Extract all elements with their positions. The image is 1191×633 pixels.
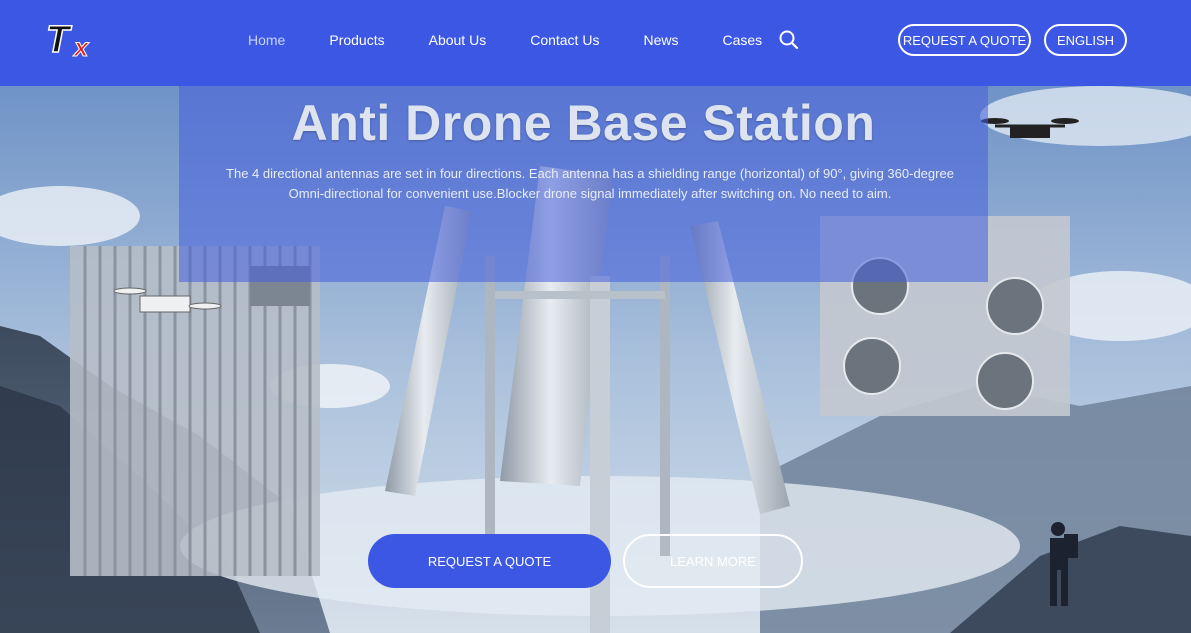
- hero-request-quote-button[interactable]: REQUEST A QUOTE: [368, 534, 611, 588]
- request-quote-button[interactable]: REQUEST A QUOTE: [898, 24, 1031, 56]
- nav-about-us[interactable]: About Us: [429, 32, 487, 48]
- search-icon[interactable]: [778, 29, 800, 51]
- hero-banner: Anti Drone Base Station The 4 directiona…: [0, 86, 1191, 633]
- nav-home[interactable]: Home: [248, 32, 285, 48]
- language-button[interactable]: ENGLISH: [1044, 24, 1127, 56]
- nav-contact-us[interactable]: Contact Us: [530, 32, 599, 48]
- nav-products[interactable]: Products: [329, 32, 384, 48]
- main-nav: Home Products About Us Contact Us News C…: [248, 0, 806, 80]
- site-header: T x Home Products About Us Contact Us Ne…: [0, 0, 1191, 86]
- hero-description: The 4 directional antennas are set in fo…: [226, 166, 954, 201]
- hero-title: Anti Drone Base Station: [291, 95, 876, 151]
- svg-text:T: T: [46, 19, 72, 61]
- learn-more-button[interactable]: LEARN MORE: [623, 534, 803, 588]
- tx-logo-icon: T x: [45, 18, 90, 62]
- logo[interactable]: T x: [45, 18, 106, 62]
- nav-news[interactable]: News: [643, 32, 678, 48]
- svg-text:x: x: [72, 32, 90, 62]
- nav-cases[interactable]: Cases: [722, 32, 762, 48]
